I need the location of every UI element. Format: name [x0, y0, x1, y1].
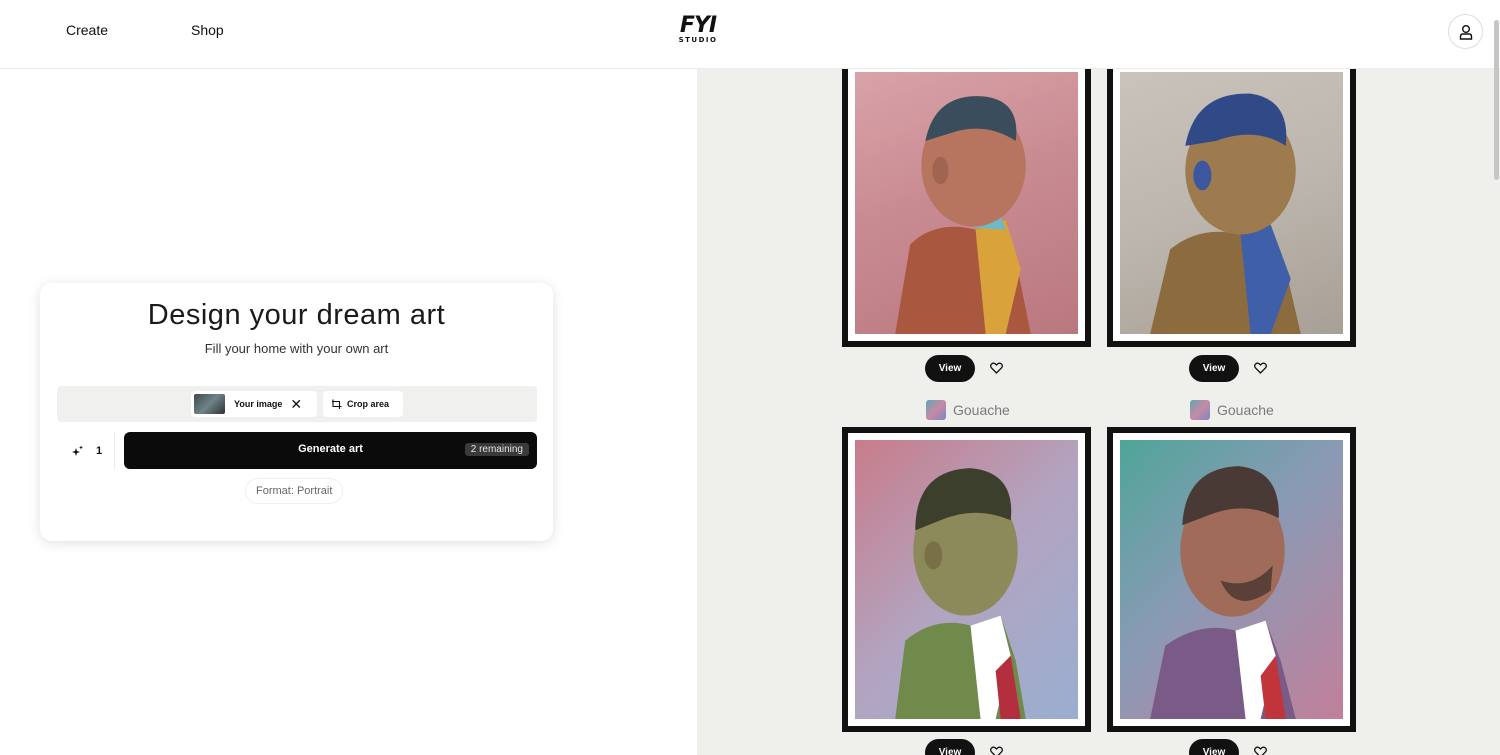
- portrait-artwork: [855, 440, 1078, 719]
- view-button[interactable]: View: [1189, 738, 1239, 755]
- style-swatch-icon: [1190, 400, 1210, 420]
- favorite-button[interactable]: [1247, 355, 1273, 381]
- portrait-artwork: [1120, 72, 1343, 334]
- remaining-badge: 2 remaining: [464, 443, 529, 456]
- heart-icon: [1253, 362, 1267, 374]
- sparkle-icon: [72, 445, 83, 456]
- style-label: Gouache: [1217, 402, 1274, 418]
- logo-wordmark: FYI: [679, 13, 717, 38]
- format-selector[interactable]: Format: Portrait: [245, 478, 344, 504]
- artwork-actions: View: [1189, 354, 1273, 382]
- generate-art-button[interactable]: Generate art 2 remaining: [124, 432, 537, 469]
- favorite-button[interactable]: [983, 739, 1009, 755]
- favorite-button[interactable]: [1247, 739, 1273, 755]
- your-image-label: Your image: [234, 399, 283, 409]
- view-button[interactable]: View: [925, 738, 975, 755]
- view-button[interactable]: View: [1189, 354, 1239, 382]
- heart-icon: [989, 362, 1003, 374]
- portrait-artwork: [855, 72, 1078, 334]
- image-upload-bar: Your image ✕ Crop area: [57, 386, 537, 422]
- crop-area-button[interactable]: Crop area: [323, 391, 403, 417]
- crop-area-label: Crop area: [347, 399, 390, 409]
- art-gallery: View View View View Gouache Gouache: [697, 69, 1500, 755]
- heart-icon: [989, 746, 1003, 755]
- style-tag[interactable]: Gouache: [926, 400, 1010, 420]
- create-art-card: Design your dream art Fill your home wit…: [40, 283, 553, 541]
- view-button[interactable]: View: [925, 354, 975, 382]
- style-label: Gouache: [953, 402, 1010, 418]
- artwork-frame[interactable]: [1107, 427, 1356, 732]
- artwork-frame[interactable]: [1107, 69, 1356, 347]
- favorite-button[interactable]: [983, 355, 1009, 381]
- card-title: Design your dream art: [147, 299, 446, 331]
- crop-icon: [332, 399, 342, 409]
- top-header: Create Shop FYI STUDIO: [0, 0, 1500, 69]
- logo-subtitle: STUDIO: [678, 36, 718, 44]
- style-tag[interactable]: Gouache: [1190, 400, 1274, 420]
- nav-shop-link[interactable]: Shop: [191, 22, 224, 38]
- page-scrollbar[interactable]: [1494, 20, 1499, 180]
- your-image-chip[interactable]: Your image ✕: [191, 391, 317, 417]
- artwork-frame[interactable]: [842, 69, 1091, 347]
- heart-icon: [1253, 746, 1267, 755]
- portrait-artwork: [1120, 440, 1343, 719]
- nav-create-link[interactable]: Create: [66, 22, 108, 38]
- close-icon[interactable]: ✕: [290, 396, 302, 413]
- quantity-value: 1: [96, 445, 103, 457]
- style-swatch-icon: [926, 400, 946, 420]
- account-button[interactable]: [1448, 14, 1483, 49]
- artwork-actions: View: [925, 738, 1009, 755]
- quantity-selector[interactable]: 1: [57, 432, 115, 470]
- artwork-actions: View: [1189, 738, 1273, 755]
- brand-logo[interactable]: FYI STUDIO: [676, 13, 720, 45]
- uploaded-image-thumbnail: [194, 394, 225, 414]
- user-icon: [1459, 24, 1472, 40]
- artwork-frame[interactable]: [842, 427, 1091, 732]
- artwork-actions: View: [925, 354, 1009, 382]
- generate-row: 1 Generate art 2 remaining: [57, 432, 537, 470]
- card-subtitle: Fill your home with your own art: [204, 341, 389, 356]
